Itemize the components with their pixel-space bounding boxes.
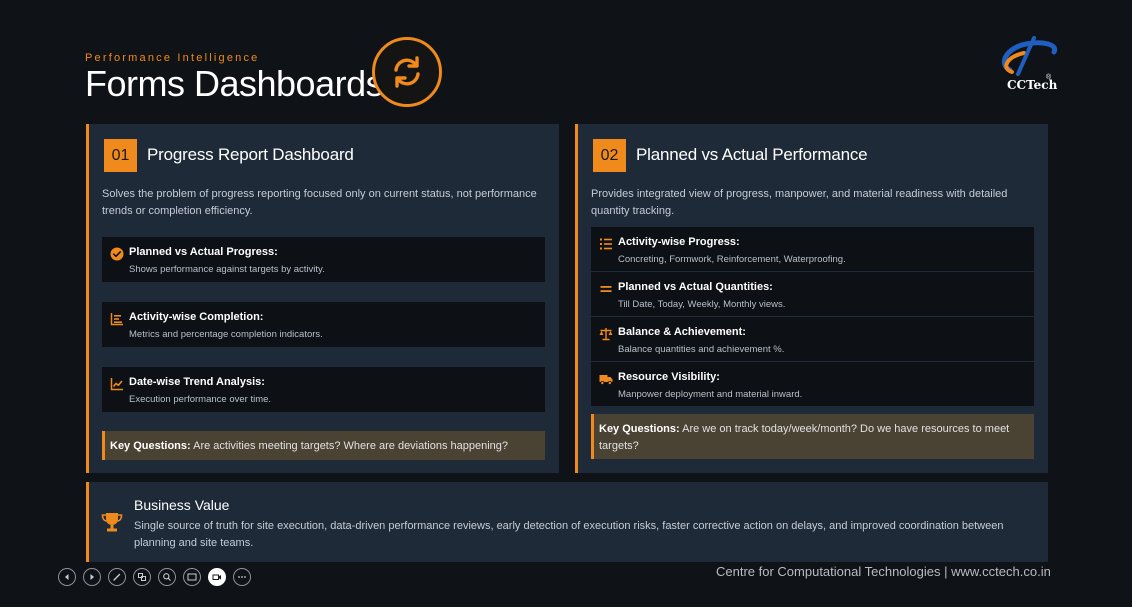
business-value-section: Business Value Single source of truth fo… [86, 482, 1048, 562]
feature-title: Resource Visibility: [618, 371, 720, 383]
feature-desc: Concreting, Formwork, Reinforcement, Wat… [618, 254, 846, 265]
feature-desc: Metrics and percentage completion indica… [129, 329, 323, 340]
slides-icon [138, 573, 146, 581]
previous-slide-button[interactable] [58, 568, 76, 586]
card-title: Planned vs Actual Performance [636, 145, 868, 164]
header: Performance Intelligence Forms Dashboard… [85, 52, 384, 104]
card-description: Solves the problem of progress reporting… [102, 188, 537, 217]
feature-title: Balance & Achievement: [618, 326, 746, 338]
pen-icon [113, 573, 121, 581]
sync-icon [372, 37, 442, 107]
feature-item: Balance & Achievement: Balance quantitie… [591, 317, 1034, 361]
card-planned-vs-actual: 02 Planned vs Actual Performance Provide… [575, 124, 1048, 473]
feature-title: Planned vs Actual Quantities: [618, 281, 773, 293]
subtitles-icon [187, 573, 197, 581]
pen-button[interactable] [108, 568, 126, 586]
feature-title: Activity-wise Progress: [618, 236, 740, 248]
feature-desc: Manpower deployment and material inward. [618, 389, 803, 400]
check-circle-icon [110, 247, 124, 261]
feature-desc: Shows performance against targets by act… [129, 264, 325, 275]
footer-text: Centre for Computational Technologies | … [716, 564, 1051, 579]
list-bars-icon [110, 313, 123, 326]
key-questions-box: Key Questions: Are activities meeting ta… [102, 431, 545, 460]
key-questions-text: Are activities meeting targets? Where ar… [190, 440, 509, 452]
camera-icon [212, 574, 221, 580]
card-progress-report: 01 Progress Report Dashboard Solves the … [86, 124, 559, 473]
feature-item: Planned vs Actual Progress: Shows perfor… [102, 237, 545, 282]
business-value-text: Single source of truth for site executio… [134, 520, 1004, 549]
balance-scale-icon [599, 328, 613, 341]
refresh-arrows-icon [394, 56, 420, 88]
slides-button[interactable] [133, 568, 151, 586]
page-title: Forms Dashboards [85, 63, 384, 104]
key-questions-box: Key Questions: Are we on track today/wee… [591, 414, 1034, 459]
feature-item: Activity-wise Completion: Metrics and pe… [102, 302, 545, 347]
business-value-title: Business Value [134, 497, 230, 513]
previous-icon [65, 574, 69, 580]
card-description: Provides integrated view of progress, ma… [591, 188, 1008, 217]
card-title: Progress Report Dashboard [147, 145, 354, 164]
zoom-icon [163, 573, 171, 581]
zoom-button[interactable] [158, 568, 176, 586]
feature-title: Planned vs Actual Progress: [129, 246, 278, 258]
camera-button[interactable] [208, 568, 226, 586]
feature-item: Resource Visibility: Manpower deployment… [591, 362, 1034, 406]
logo-registered-mark: ® [1046, 74, 1052, 81]
feature-desc: Till Date, Today, Weekly, Monthly views. [618, 299, 786, 310]
next-slide-button[interactable] [83, 568, 101, 586]
next-icon [90, 574, 94, 580]
card-number: 02 [593, 139, 626, 172]
presentation-controls [58, 568, 251, 586]
card-number: 01 [104, 139, 137, 172]
truck-icon [599, 375, 613, 385]
key-questions-label: Key Questions: [599, 423, 680, 435]
key-questions-label: Key Questions: [110, 440, 191, 452]
feature-item: Date-wise Trend Analysis: Execution perf… [102, 367, 545, 412]
more-icon [238, 576, 246, 578]
feature-title: Date-wise Trend Analysis: [129, 376, 265, 388]
subtitles-button[interactable] [183, 568, 201, 586]
feature-desc: Execution performance over time. [129, 394, 272, 405]
trophy-icon [101, 513, 123, 532]
feature-title: Activity-wise Completion: [129, 311, 264, 323]
feature-item: Planned vs Actual Quantities: Till Date,… [591, 272, 1034, 316]
numbered-list-icon [600, 238, 612, 250]
more-options-button[interactable] [233, 568, 251, 586]
feature-item: Activity-wise Progress: Concreting, Form… [591, 227, 1034, 271]
trend-line-icon [110, 378, 123, 391]
equals-icon [600, 286, 612, 292]
feature-desc: Balance quantities and achievement %. [618, 344, 785, 355]
